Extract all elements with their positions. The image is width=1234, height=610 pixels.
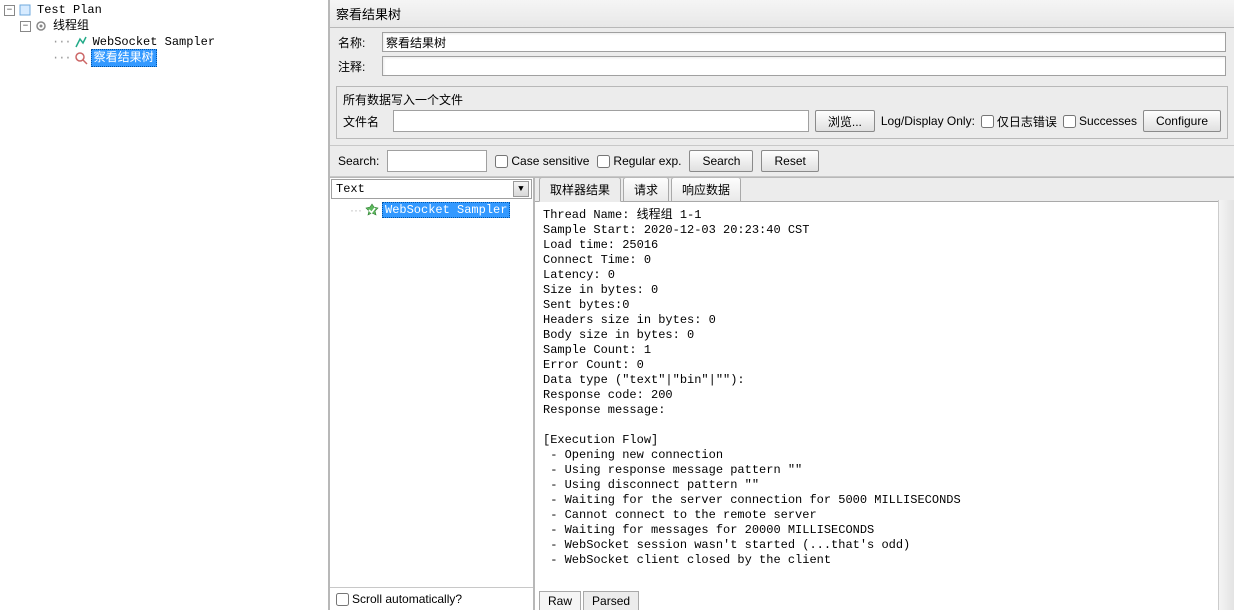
tree-node-test-plan[interactable]: − Test Plan [4, 2, 328, 18]
tree-connector: ··· [52, 50, 71, 66]
tree-label: 线程组 [51, 18, 91, 34]
regex-input[interactable] [597, 155, 610, 168]
config-panel: 察看结果树 名称: 注释: 所有数据写入一个文件 文件名 浏览... Log/D… [330, 0, 1234, 610]
collapse-icon[interactable]: − [4, 5, 15, 16]
tab-response-data[interactable]: 响应数据 [671, 177, 741, 201]
sample-label-selected: WebSocket Sampler [382, 202, 510, 218]
vertical-scrollbar[interactable] [1218, 200, 1234, 610]
regex-text: Regular exp. [613, 154, 681, 168]
successes-checkbox[interactable]: Successes [1063, 114, 1137, 128]
search-input[interactable] [387, 150, 487, 172]
tree-label-selected: 察看结果树 [91, 49, 157, 67]
successes-text: Successes [1079, 114, 1137, 128]
tab-request[interactable]: 请求 [623, 177, 669, 201]
configure-button[interactable]: Configure [1143, 110, 1221, 132]
viewresults-icon [73, 50, 89, 66]
result-tabs: 取样器结果 请求 响应数据 [535, 178, 1234, 202]
errors-only-input[interactable] [981, 115, 994, 128]
renderer-combo[interactable]: Text ▼ [331, 179, 532, 199]
write-results-legend: 所有数据写入一个文件 [343, 89, 1221, 108]
search-button[interactable]: Search [689, 150, 753, 172]
regex-checkbox[interactable]: Regular exp. [597, 154, 681, 168]
tree-node-view-results[interactable]: ··· 察看结果树 [36, 50, 328, 66]
scroll-auto-checkbox[interactable]: Scroll automatically? [336, 592, 462, 606]
errors-only-checkbox[interactable]: 仅日志错误 [981, 113, 1057, 130]
tab-parsed[interactable]: Parsed [583, 591, 639, 610]
app-window: − Test Plan − 线程组 [0, 0, 1234, 610]
errors-only-text: 仅日志错误 [997, 113, 1057, 130]
tree-label: WebSocket Sampler [91, 34, 217, 50]
name-input[interactable] [382, 32, 1226, 52]
sample-list[interactable]: ··· WebSocket Sampler [330, 200, 533, 587]
comment-label: 注释: [338, 58, 382, 75]
search-bar: Search: Case sensitive Regular exp. Sear… [330, 145, 1234, 177]
tab-raw[interactable]: Raw [539, 591, 581, 610]
success-icon [365, 203, 379, 217]
tree-label: Test Plan [35, 2, 104, 18]
render-tabs: Raw Parsed [535, 588, 1234, 610]
filename-input[interactable] [393, 110, 809, 132]
name-label: 名称: [338, 34, 382, 51]
threadgroup-icon [33, 18, 49, 34]
results-split: Text ▼ ··· WebSocket Sampler Sc [330, 177, 1234, 610]
filename-label: 文件名 [343, 113, 387, 130]
testplan-icon [17, 2, 33, 18]
result-text-pane[interactable]: Thread Name: 线程组 1-1 Sample Start: 2020-… [535, 202, 1234, 588]
case-sensitive-text: Case sensitive [511, 154, 589, 168]
reset-button[interactable]: Reset [761, 150, 818, 172]
name-comment-area: 名称: 注释: [330, 28, 1234, 84]
scroll-auto-text: Scroll automatically? [352, 592, 462, 606]
result-body: 取样器结果 请求 响应数据 Thread Name: 线程组 1-1 Sampl… [535, 178, 1234, 610]
tree-node-thread-group[interactable]: − 线程组 [20, 18, 328, 34]
sample-tree-panel: Text ▼ ··· WebSocket Sampler Sc [330, 178, 535, 610]
sample-row[interactable]: ··· WebSocket Sampler [330, 202, 533, 218]
successes-input[interactable] [1063, 115, 1076, 128]
panel-title: 察看结果树 [330, 0, 1234, 28]
browse-button[interactable]: 浏览... [815, 110, 875, 132]
collapse-icon[interactable]: − [20, 21, 31, 32]
write-results-group: 所有数据写入一个文件 文件名 浏览... Log/Display Only: 仅… [336, 86, 1228, 139]
search-label: Search: [338, 154, 379, 168]
tree-node-sampler[interactable]: ··· WebSocket Sampler [36, 34, 328, 50]
renderer-value: Text [336, 182, 365, 196]
log-display-only-label: Log/Display Only: [881, 114, 975, 128]
tab-sampler-result[interactable]: 取样器结果 [539, 177, 621, 202]
test-plan-tree-panel: − Test Plan − 线程组 [0, 0, 330, 610]
sampler-icon [73, 34, 89, 50]
tree-connector: ··· [52, 34, 71, 50]
case-sensitive-input[interactable] [495, 155, 508, 168]
tree-connector: ··· [350, 203, 362, 217]
chevron-down-icon[interactable]: ▼ [513, 181, 529, 197]
case-sensitive-checkbox[interactable]: Case sensitive [495, 154, 589, 168]
scroll-auto-input[interactable] [336, 593, 349, 606]
comment-input[interactable] [382, 56, 1226, 76]
